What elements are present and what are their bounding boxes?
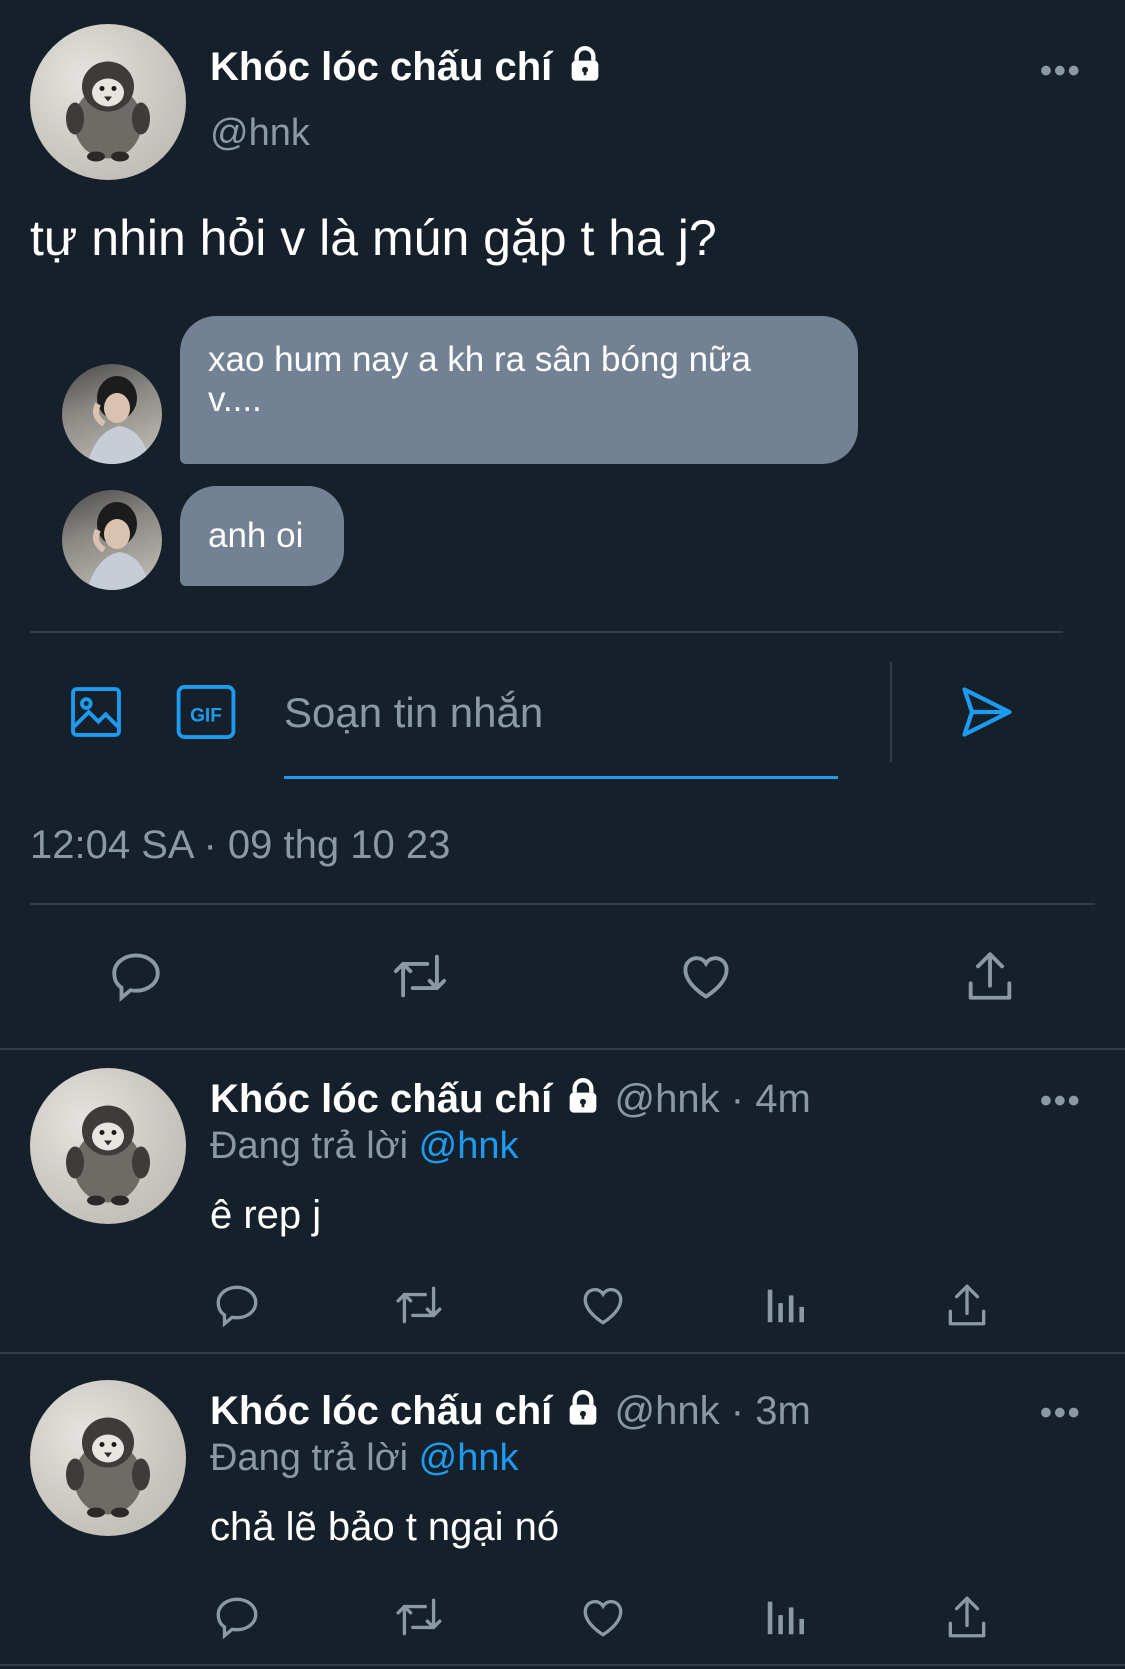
gif-label: GIF [190, 706, 222, 727]
image-icon[interactable] [66, 682, 126, 742]
lock-icon [570, 1390, 597, 1425]
display-name-text[interactable]: Khóc lóc chấu chí [210, 45, 552, 89]
person-photo-icon [87, 502, 150, 590]
penguin-plush-icon [66, 1417, 150, 1518]
dm-divider [30, 631, 1063, 633]
dm-message-2: anh oi [180, 486, 344, 586]
reply-1-text: ê rep j [210, 1193, 322, 1237]
main-tweet-text: tự nhin hỏi v là mún gặp t ha j? [30, 210, 717, 266]
bottom-divider [0, 1664, 1125, 1666]
dm-message-1: xao hum nay a kh ra sân bóng nữa v.... [180, 316, 858, 464]
more-options-icon[interactable]: ••• [1040, 1394, 1082, 1433]
lock-icon [572, 46, 599, 81]
message-input-underline [284, 776, 838, 779]
reply-icon[interactable] [104, 944, 168, 1008]
tweet-timestamp[interactable]: 12:04 SA · 09 thg 10 23 [30, 820, 450, 870]
reply-2-replying-to: Đang trả lời @hnk [210, 1434, 519, 1482]
reply-1-display-name[interactable]: Khóc lóc chấu chí [210, 1077, 552, 1121]
reply-icon[interactable] [210, 1278, 264, 1332]
more-options-icon[interactable]: ••• [1040, 1082, 1082, 1121]
analytics-icon[interactable] [758, 1278, 812, 1332]
gif-icon[interactable]: GIF [174, 682, 238, 742]
like-icon[interactable] [576, 1278, 630, 1332]
penguin-plush-icon [66, 61, 150, 162]
main-handle[interactable]: @hnk [210, 110, 310, 156]
replying-to-link[interactable]: @hnk [419, 1437, 519, 1479]
dm-message-2-text: anh oi [208, 516, 304, 555]
reply-2-handle-time[interactable]: @hnk · 3m [615, 1389, 811, 1433]
main-display-name[interactable]: Khóc lóc chấu chí [210, 42, 605, 92]
composer-separator [890, 662, 892, 762]
retweet-icon[interactable] [392, 1278, 446, 1332]
reply-1-avatar[interactable] [30, 1068, 186, 1224]
message-input[interactable]: Soạn tin nhắn [284, 688, 834, 738]
tweet-divider [0, 1048, 1125, 1050]
timestamp-divider [30, 903, 1095, 905]
share-icon[interactable] [940, 1590, 994, 1644]
main-avatar[interactable] [30, 24, 186, 180]
reply-2-header: Khóc lóc chấu chí @hnk · 3m [210, 1386, 811, 1436]
reply-2-display-name[interactable]: Khóc lóc chấu chí [210, 1389, 552, 1433]
dm-avatar-1 [62, 364, 162, 464]
share-icon[interactable] [958, 944, 1022, 1008]
replying-prefix: Đang trả lời [210, 1437, 409, 1479]
dm-avatar-2 [62, 490, 162, 590]
replying-prefix: Đang trả lời [210, 1125, 409, 1167]
like-icon[interactable] [674, 944, 738, 1008]
retweet-icon[interactable] [388, 944, 452, 1008]
send-icon[interactable] [955, 680, 1019, 744]
penguin-plush-icon [66, 1105, 150, 1206]
person-photo-icon [87, 376, 150, 464]
more-options-icon[interactable]: ••• [1040, 52, 1082, 91]
reply-2-text: chả lẽ bảo t ngại nó [210, 1505, 560, 1549]
retweet-icon[interactable] [392, 1590, 446, 1644]
like-icon[interactable] [576, 1590, 630, 1644]
reply-1-header: Khóc lóc chấu chí @hnk · 4m [210, 1074, 811, 1124]
reply-1-handle-time[interactable]: @hnk · 4m [615, 1077, 811, 1121]
share-icon[interactable] [940, 1278, 994, 1332]
reply-1-replying-to: Đang trả lời @hnk [210, 1122, 519, 1170]
reply-divider [0, 1352, 1125, 1354]
analytics-icon[interactable] [758, 1590, 812, 1644]
reply-icon[interactable] [210, 1590, 264, 1644]
lock-icon [570, 1078, 597, 1113]
replying-to-link[interactable]: @hnk [419, 1125, 519, 1167]
dm-message-1-line1: xao hum nay a kh ra sân bóng nữa [208, 340, 751, 379]
reply-2-avatar[interactable] [30, 1380, 186, 1536]
